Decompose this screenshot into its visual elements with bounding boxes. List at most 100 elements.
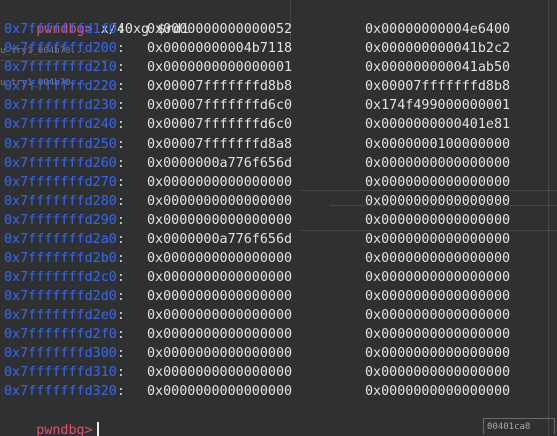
memory-value: 0x0000000000000000 <box>365 174 511 190</box>
memory-value: 0x00007fffffffd6c0 <box>147 117 293 133</box>
memory-value: 0x0000000000000000 <box>147 174 293 190</box>
memory-value: 0x0000000000000000 <box>365 155 511 171</box>
input-line[interactable]: pwndbg> <box>4 402 99 436</box>
address-separator: : <box>116 79 125 95</box>
address-separator: : <box>116 212 125 228</box>
address-separator: : <box>116 288 125 304</box>
memory-value: 0x0000000000000000 <box>365 288 511 304</box>
memory-address: 0x7fffffffd2d0 <box>4 288 117 304</box>
memory-address: 0x7fffffffd280 <box>4 193 117 209</box>
memory-address: 0x7fffffffd250 <box>4 136 117 152</box>
memory-row: 0x7fffffffd2e0: 0x0000000000000000 0x00000… <box>4 306 510 325</box>
memory-row: 0x7fffffffd1f0: 0x0000000000000052 0x00000… <box>4 20 510 39</box>
memory-value: 0x0000000000000000 <box>365 212 511 228</box>
memory-value: 0x00007fffffffd6c0 <box>147 98 293 114</box>
address-separator: : <box>116 193 125 209</box>
memory-row: 0x7fffffffd260: 0x0000000a776f656d 0x00000… <box>4 154 510 173</box>
memory-address: 0x7fffffffd2e0 <box>4 307 117 323</box>
address-separator: : <box>116 231 125 247</box>
memory-value: 0x0000000000000000 <box>365 307 511 323</box>
address-separator: : <box>116 365 125 381</box>
memory-address: 0x7fffffffd2c0 <box>4 269 117 285</box>
memory-address: 0x7fffffffd320 <box>4 384 117 400</box>
address-separator: : <box>116 307 125 323</box>
memory-address: 0x7fffffffd230 <box>4 98 117 114</box>
memory-row: 0x7fffffffd240: 0x00007fffffffd6c0 0x00000… <box>4 115 510 134</box>
memory-value: 0x174f499000000001 <box>365 98 511 114</box>
memory-value: 0x0000000000000000 <box>365 365 511 381</box>
memory-value: 0x0000000000000000 <box>365 193 511 209</box>
memory-address: 0x7fffffffd2f0 <box>4 327 117 342</box>
text-cursor <box>96 422 99 436</box>
memory-address: 0x7fffffffd210 <box>4 60 117 76</box>
pwndbg-prompt: pwndbg> <box>36 423 93 436</box>
memory-value: 0x0000000000000000 <box>147 346 293 362</box>
memory-row: 0x7fffffffd280: 0x0000000000000000 0x00000… <box>4 192 510 211</box>
memory-value: 0x0000000000000000 <box>365 231 511 247</box>
memory-address: 0x7fffffffd1f0 <box>4 22 117 38</box>
memory-value: 0x0000000000000000 <box>365 384 511 400</box>
memory-value: 0x0000000000000000 <box>147 384 293 400</box>
memory-value: 0x0000000000000000 <box>147 288 293 304</box>
address-separator: : <box>116 155 125 171</box>
memory-value: 0x000000000041ab50 <box>365 60 511 76</box>
address-separator: : <box>116 41 125 57</box>
address-separator: : <box>116 117 125 133</box>
memory-address: 0x7fffffffd2b0 <box>4 250 117 266</box>
memory-row: 0x7fffffffd270: 0x0000000000000000 0x00000… <box>4 173 510 192</box>
memory-value: 0x0000000000000052 <box>147 22 293 38</box>
memory-row: 0x7fffffffd210: 0x0000000000000001 0x00000… <box>4 58 510 77</box>
memory-address: 0x7fffffffd290 <box>4 212 117 228</box>
memory-row: 0x7fffffffd300: 0x0000000000000000 0x00000… <box>4 344 510 363</box>
memory-value: 0x0000000100000000 <box>365 136 511 152</box>
memory-row: 0x7fffffffd2a0: 0x0000000a776f656d 0x00000… <box>4 230 510 249</box>
memory-value: 0x00000000004b7118 <box>147 41 293 57</box>
memory-row: 0x7fffffffd2f0: 0x0000000000000000 0x00000… <box>4 325 510 344</box>
address-separator: : <box>116 98 125 114</box>
memory-address: 0x7fffffffd310 <box>4 365 117 381</box>
memory-value: 0x0000000000000000 <box>147 307 293 323</box>
memory-address: 0x7fffffffd270 <box>4 174 117 190</box>
memory-value: 0x0000000000000001 <box>147 60 293 76</box>
address-separator: : <box>116 22 125 38</box>
command-line: pwndbg> x/40xg $rdi <box>4 1 189 37</box>
memory-row: 0x7fffffffd310: 0x0000000000000000 0x00000… <box>4 363 510 382</box>
memory-row: 0x7fffffffd2c0: 0x0000000000000000 0x00000… <box>4 268 510 287</box>
memory-value: 0x0000000a776f656d <box>147 231 293 247</box>
memory-address: 0x7fffffffd220 <box>4 79 117 95</box>
terminal-window[interactable]: u_try1_004b70... u_try1_004b70... pwndbg… <box>0 0 557 436</box>
memory-value: 0x0000000000401e81 <box>365 117 511 133</box>
memory-row: 0x7fffffffd220: 0x00007fffffffd8b8 0x00007… <box>4 77 510 96</box>
memory-value: 0x0000000000000000 <box>147 327 293 342</box>
memory-row: 0x7fffffffd2d0: 0x0000000000000000 0x00000… <box>4 287 510 306</box>
memory-row: 0x7fffffffd230: 0x00007fffffffd6c0 0x174f4… <box>4 96 510 115</box>
memory-address: 0x7fffffffd200 <box>4 41 117 57</box>
address-separator: : <box>116 269 125 285</box>
memory-value: 0x0000000000000000 <box>365 346 511 362</box>
address-separator: : <box>116 136 125 152</box>
memory-value: 0x0000000000000000 <box>147 250 293 266</box>
memory-value: 0x00007fffffffd8b8 <box>365 79 511 95</box>
memory-row: 0x7fffffffd320: 0x0000000000000000 0x00000… <box>4 382 510 401</box>
address-separator: : <box>116 327 125 342</box>
memory-value: 0x0000000a776f656d <box>147 155 293 171</box>
memory-value: 0x00000000004e6400 <box>365 22 511 38</box>
memory-value: 0x0000000000000000 <box>147 365 293 381</box>
memory-row: 0x7fffffffd290: 0x0000000000000000 0x00000… <box>4 211 510 230</box>
address-separator: : <box>116 384 125 400</box>
memory-value: 0x0000000000000000 <box>365 327 511 342</box>
address-separator: : <box>116 346 125 362</box>
memory-address: 0x7fffffffd300 <box>4 346 117 362</box>
memory-value: 0x00007fffffffd8a8 <box>147 136 293 152</box>
memory-address: 0x7fffffffd240 <box>4 117 117 133</box>
memory-value: 0x0000000000000000 <box>147 193 293 209</box>
memory-value: 0x0000000000000000 <box>365 269 511 285</box>
memory-value: 0x000000000041b2c2 <box>365 41 511 57</box>
address-separator: : <box>116 250 125 266</box>
memory-value: 0x00007fffffffd8b8 <box>147 79 293 95</box>
memory-value: 0x0000000000000000 <box>147 212 293 228</box>
background-status-box: 00401ca8 <box>483 418 555 434</box>
memory-value: 0x0000000000000000 <box>365 250 511 266</box>
address-separator: : <box>116 60 125 76</box>
address-separator: : <box>116 174 125 190</box>
